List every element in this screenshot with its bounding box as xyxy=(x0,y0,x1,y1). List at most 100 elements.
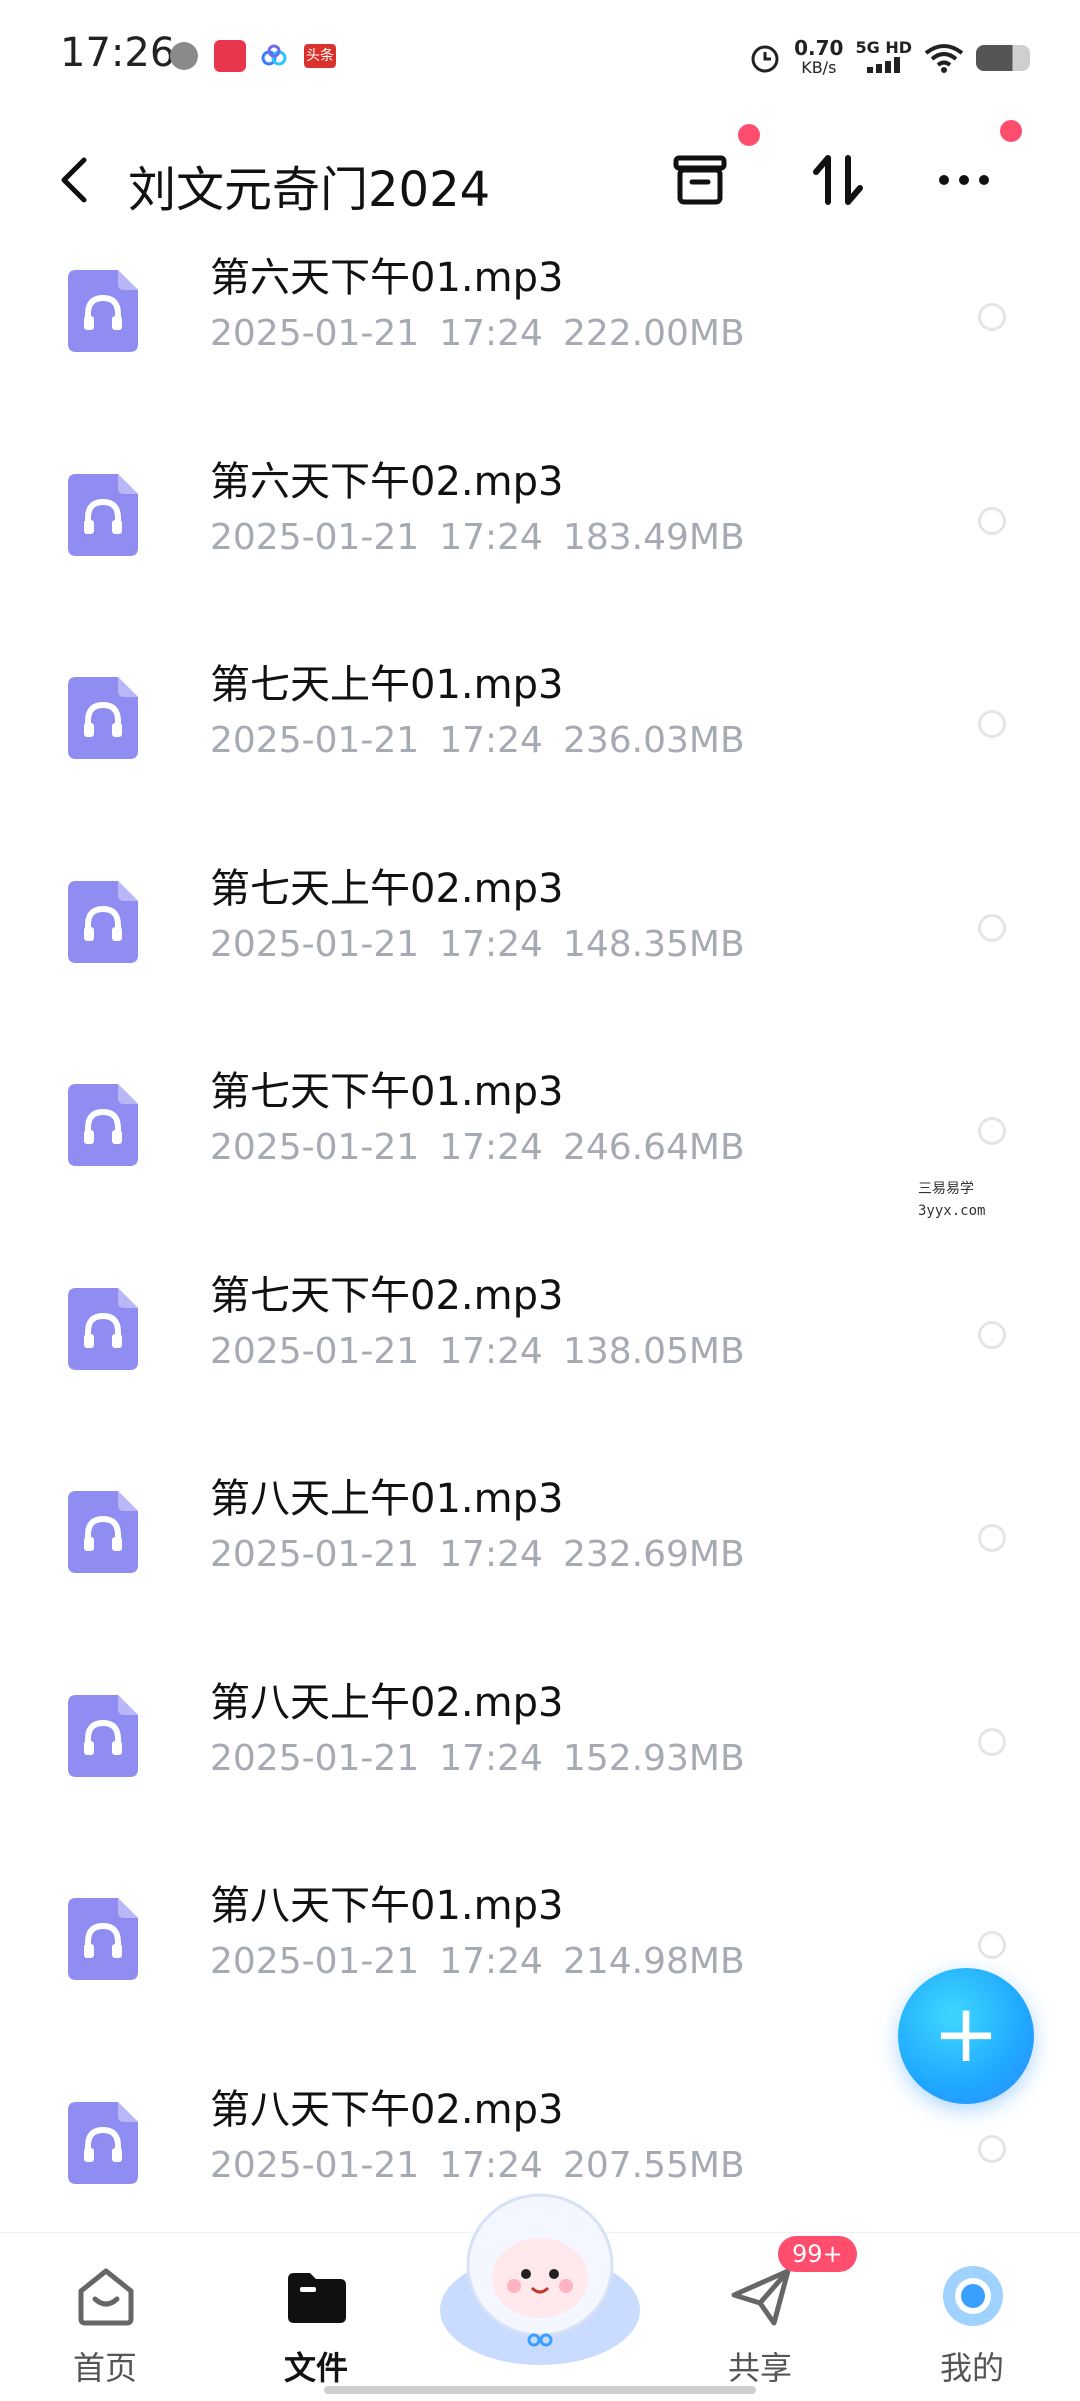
file-size: 222.00MB xyxy=(562,313,745,354)
home-indicator[interactable] xyxy=(324,2386,756,2394)
file-date: 2025-01-21 xyxy=(210,1330,420,1372)
file-row[interactable]: 第六天下午02.mp3 2025-01-21 17:24 183.49MB xyxy=(0,419,1080,622)
file-row[interactable]: 第七天下午02.mp3 2025-01-21 17:24 138.05MB xyxy=(0,1233,1080,1436)
page-title: 刘文元奇门2024 xyxy=(128,162,491,218)
file-size: 232.69MB xyxy=(562,1534,745,1575)
audio-file-icon xyxy=(68,2101,138,2184)
more-options-icon[interactable] xyxy=(932,148,996,212)
sort-icon[interactable] xyxy=(806,148,870,212)
watermark: 三易易学 3yyx.com xyxy=(918,1178,985,1222)
back-arrow-icon[interactable] xyxy=(50,152,100,208)
file-meta: 2025-01-21 17:24 232.69MB xyxy=(210,1534,745,1575)
file-row[interactable]: 第八天上午02.mp3 2025-01-21 17:24 152.93MB xyxy=(0,1640,1080,1843)
file-row[interactable]: 第八天上午01.mp3 2025-01-21 17:24 232.69MB xyxy=(0,1436,1080,1639)
select-radio[interactable] xyxy=(978,303,1006,331)
more-badge-dot xyxy=(1000,120,1022,142)
file-name: 第八天下午02.mp3 xyxy=(210,2086,564,2133)
file-name: 第八天上午02.mp3 xyxy=(210,1679,564,1726)
select-radio[interactable] xyxy=(978,1524,1006,1552)
file-meta: 2025-01-21 17:24 222.00MB xyxy=(210,313,745,354)
file-name: 第六天下午02.mp3 xyxy=(210,458,564,505)
nav-label-home: 首页 xyxy=(72,2349,137,2387)
nav-item-files[interactable]: 文件 xyxy=(246,2233,386,2401)
file-meta: 2025-01-21 17:24 236.03MB xyxy=(210,720,745,761)
audio-file-icon xyxy=(68,473,138,556)
profile-icon xyxy=(943,2266,1003,2326)
file-row[interactable]: 第七天上午01.mp3 2025-01-21 17:24 236.03MB xyxy=(0,622,1080,825)
file-name: 第八天上午01.mp3 xyxy=(210,1476,564,1522)
cloud-app-icon xyxy=(261,44,287,66)
wifi-icon xyxy=(924,44,964,73)
transfer-list-icon[interactable] xyxy=(668,148,732,212)
audio-file-icon xyxy=(68,270,138,352)
select-radio[interactable] xyxy=(978,710,1006,738)
file-meta: 2025-01-21 17:24 148.35MB xyxy=(210,924,745,965)
select-radio[interactable] xyxy=(978,913,1006,942)
file-date: 2025-01-21 xyxy=(210,516,420,558)
file-date: 2025-01-21 xyxy=(210,923,420,965)
status-right-group: 0.70 KB/s 5G HD xyxy=(748,34,1030,82)
plus-icon: + xyxy=(932,1987,1000,2080)
nav-label-files: 文件 xyxy=(283,2349,348,2387)
add-button[interactable]: + xyxy=(898,1968,1034,2104)
audio-file-icon xyxy=(68,1898,138,1980)
nav-label-share: 共享 xyxy=(727,2349,792,2387)
status-time: 17:26 xyxy=(60,30,176,76)
audio-file-icon xyxy=(68,677,138,759)
audio-file-icon xyxy=(68,1084,138,1166)
file-name: 第六天下午01.mp3 xyxy=(210,255,564,301)
file-meta: 2025-01-21 17:24 152.93MB xyxy=(210,1738,745,1779)
speed-value: 0.70 xyxy=(794,36,844,60)
file-time: 17:24 xyxy=(439,1534,543,1575)
nav-item-mine[interactable]: 我的 xyxy=(902,2233,1042,2401)
file-time: 17:24 xyxy=(439,720,543,761)
audio-file-icon xyxy=(68,1287,138,1370)
audio-file-icon xyxy=(68,1491,138,1573)
nav-label-mine: 我的 xyxy=(939,2349,1004,2387)
home-icon xyxy=(78,2268,134,2326)
file-size: 183.49MB xyxy=(562,516,745,558)
select-radio[interactable] xyxy=(978,506,1006,535)
nav-item-home[interactable]: 首页 xyxy=(35,2233,175,2401)
select-radio[interactable] xyxy=(978,1320,1006,1349)
file-name: 第七天下午01.mp3 xyxy=(210,1069,564,1115)
file-time: 17:24 xyxy=(439,923,543,965)
file-time: 17:24 xyxy=(439,1941,543,1982)
file-meta: 2025-01-21 17:24 214.98MB xyxy=(210,1941,745,1982)
file-size: 246.64MB xyxy=(562,1127,745,1168)
file-size: 214.98MB xyxy=(562,1941,745,1982)
file-time: 17:24 xyxy=(439,516,543,558)
file-row[interactable]: 第六天下午01.mp3 2025-01-21 17:24 222.00MB xyxy=(0,240,1080,418)
news-app-icon: 头条 xyxy=(304,44,336,68)
audio-file-icon xyxy=(68,1694,138,1777)
select-radio[interactable] xyxy=(978,2134,1006,2163)
mascot-assistant-icon[interactable] xyxy=(430,2170,650,2370)
file-size: 138.05MB xyxy=(562,1330,745,1372)
file-date: 2025-01-21 xyxy=(210,2144,420,2186)
audio-file-icon xyxy=(68,880,138,963)
file-size: 236.03MB xyxy=(562,720,745,761)
file-time: 17:24 xyxy=(439,1330,543,1372)
select-radio[interactable] xyxy=(978,1727,1006,1756)
file-name: 第七天下午02.mp3 xyxy=(210,1272,564,1319)
status-bar: 17:26 头条 0.70 KB/s 5G HD xyxy=(0,0,1080,110)
battery-icon xyxy=(976,45,1030,71)
watermark-line1: 三易易学 xyxy=(918,1181,974,1197)
app-notification-icon xyxy=(214,40,246,72)
signal-bars-icon xyxy=(866,57,900,73)
file-name: 第七天上午02.mp3 xyxy=(210,865,564,912)
transfer-badge-dot xyxy=(738,124,760,146)
file-date: 2025-01-21 xyxy=(210,1941,420,1982)
file-date: 2025-01-21 xyxy=(210,313,420,354)
select-radio[interactable] xyxy=(978,1931,1006,1959)
file-date: 2025-01-21 xyxy=(210,1737,420,1779)
select-radio[interactable] xyxy=(978,1117,1006,1145)
file-size: 152.93MB xyxy=(562,1737,745,1779)
file-time: 17:24 xyxy=(439,313,543,354)
file-row[interactable]: 第七天上午02.mp3 2025-01-21 17:24 148.35MB xyxy=(0,826,1080,1029)
cellular-signal: 5G HD xyxy=(855,39,912,77)
network-speed: 0.70 KB/s xyxy=(794,38,843,78)
paper-plane-icon xyxy=(731,2268,791,2326)
file-meta: 2025-01-21 17:24 183.49MB xyxy=(210,517,745,558)
file-size: 148.35MB xyxy=(562,923,745,965)
